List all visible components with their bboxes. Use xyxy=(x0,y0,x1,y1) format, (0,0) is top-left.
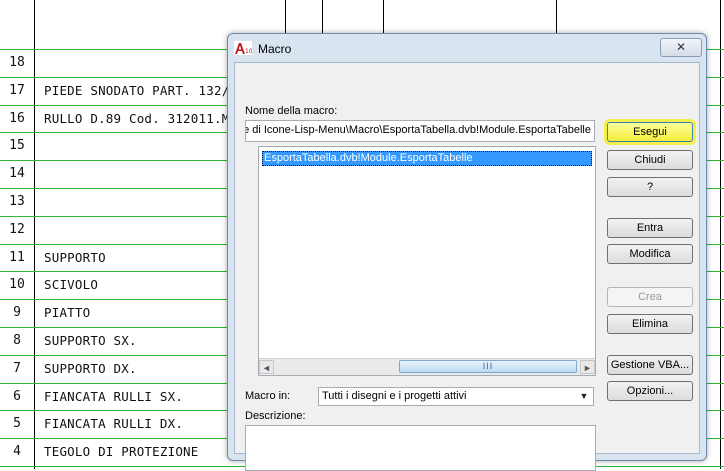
row-description: FIANCATA RULLI SX. xyxy=(44,389,184,404)
row-number: 4 xyxy=(13,444,21,459)
row-description: SUPPORTO DX. xyxy=(44,361,137,376)
row-number: 10 xyxy=(9,277,25,292)
dialog-title: Macro xyxy=(258,42,292,56)
close-window-button[interactable]: ✕ xyxy=(660,38,702,57)
table-column-divider xyxy=(34,0,35,469)
row-description: FIANCATA RULLI DX. xyxy=(44,416,184,431)
scroll-left-arrow-icon[interactable]: ◄ xyxy=(259,360,274,374)
autocad-app-icon: 10 xyxy=(234,41,252,55)
dialog-body: Nome della macro: e di Icone-Lisp-Menu\M… xyxy=(234,62,700,471)
macro-in-label: Macro in: xyxy=(245,390,291,402)
chevron-down-icon[interactable]: ▼ xyxy=(577,389,591,404)
row-number: 9 xyxy=(13,305,21,320)
row-number: 6 xyxy=(13,389,21,404)
horizontal-scrollbar[interactable]: ◄ III ► xyxy=(259,358,595,375)
row-number: 12 xyxy=(9,222,25,237)
row-number: 11 xyxy=(9,250,25,265)
row-number: 16 xyxy=(9,111,25,126)
row-number: 14 xyxy=(9,166,25,181)
row-description: SUPPORTO xyxy=(44,250,106,265)
row-number: 18 xyxy=(9,55,25,70)
run-button[interactable]: Esegui xyxy=(607,122,693,142)
close-icon: ✕ xyxy=(675,40,687,54)
macro-name-field[interactable]: e di Icone-Lisp-Menu\Macro\EsportaTabell… xyxy=(245,120,595,142)
macro-name-value: e di Icone-Lisp-Menu\Macro\EsportaTabell… xyxy=(245,124,591,136)
macro-in-value: Tutti i disegni e i progetti attivi xyxy=(322,390,467,402)
row-description: SCIVOLO xyxy=(44,277,99,292)
row-number: 17 xyxy=(9,83,25,98)
row-description: SUPPORTO SX. xyxy=(44,333,137,348)
create-button[interactable]: Crea xyxy=(607,287,693,307)
scroll-right-arrow-icon[interactable]: ► xyxy=(580,360,595,374)
macro-name-label: Nome della macro: xyxy=(245,105,338,117)
row-description: TEGOLO DI PROTEZIONE xyxy=(44,444,199,459)
macro-list-item[interactable]: EsportaTabella.dvb!Module.EsportaTabelle xyxy=(262,151,592,166)
help-button[interactable]: ? xyxy=(607,177,693,197)
macro-list[interactable]: EsportaTabella.dvb!Module.EsportaTabelle… xyxy=(258,146,596,376)
row-number: 15 xyxy=(9,138,25,153)
row-number: 8 xyxy=(13,333,21,348)
row-description: PIATTO xyxy=(44,305,91,320)
delete-button[interactable]: Elimina xyxy=(607,314,693,334)
vba-manager-button[interactable]: Gestione VBA... xyxy=(607,355,693,375)
close-button[interactable]: Chiudi xyxy=(607,150,693,170)
description-field[interactable] xyxy=(245,425,596,471)
description-label: Descrizione: xyxy=(245,410,306,422)
table-column-divider xyxy=(720,0,721,469)
macro-dialog: 10 Macro ✕ Nome della macro: e di Icone-… xyxy=(227,33,707,471)
row-number: 7 xyxy=(13,361,21,376)
row-number: 13 xyxy=(9,194,25,209)
svg-text:10: 10 xyxy=(245,48,252,55)
edit-button[interactable]: Modifica xyxy=(607,244,693,264)
scroll-thumb[interactable]: III xyxy=(399,360,577,373)
options-button[interactable]: Opzioni... xyxy=(607,381,693,401)
step-into-button[interactable]: Entra xyxy=(607,218,693,238)
macro-in-select[interactable]: Tutti i disegni e i progetti attivi ▼ xyxy=(318,387,594,406)
row-number: 5 xyxy=(13,416,21,431)
dialog-titlebar[interactable]: 10 Macro ✕ xyxy=(228,34,706,62)
